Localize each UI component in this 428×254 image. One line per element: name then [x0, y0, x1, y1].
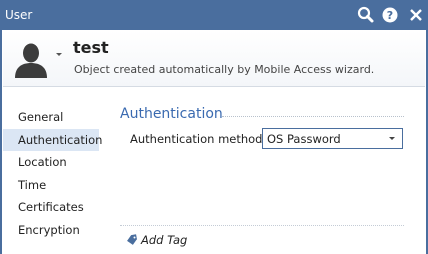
nav-item-authentication[interactable]: Authentication — [3, 128, 102, 152]
nav-item-certificates[interactable]: Certificates — [3, 196, 99, 219]
avatar-dropdown-icon[interactable] — [56, 53, 62, 56]
object-comment[interactable]: Object created automatically by Mobile A… — [74, 63, 374, 76]
nav-item-general[interactable]: General — [3, 106, 99, 129]
section-title: Authentication — [120, 106, 223, 122]
nav-item-location[interactable]: Location — [3, 151, 99, 174]
auth-method-label: Authentication method: — [130, 132, 267, 146]
chevron-down-icon — [389, 137, 395, 140]
auth-method-value: OS Password — [267, 132, 341, 146]
object-header: test Object created automatically by Mob… — [3, 31, 425, 87]
tag-icon — [127, 234, 137, 245]
nav-item-time[interactable]: Time — [3, 174, 99, 197]
help-icon[interactable]: ? — [380, 5, 400, 25]
user-avatar-icon[interactable] — [12, 41, 50, 79]
footer-divider — [120, 225, 404, 226]
svg-text:?: ? — [387, 9, 393, 22]
close-icon[interactable] — [406, 5, 426, 25]
title-bar: User ? — [0, 0, 428, 30]
search-icon[interactable] — [356, 5, 376, 25]
section-divider — [222, 116, 404, 117]
sidebar-nav: General Authentication Location Time Cer… — [3, 106, 102, 242]
nav-item-encryption[interactable]: Encryption — [3, 219, 99, 242]
add-tag-label: Add Tag — [141, 233, 188, 247]
window-title: User — [5, 8, 33, 22]
object-name[interactable]: test — [73, 38, 109, 57]
auth-method-select[interactable]: OS Password — [262, 128, 403, 149]
